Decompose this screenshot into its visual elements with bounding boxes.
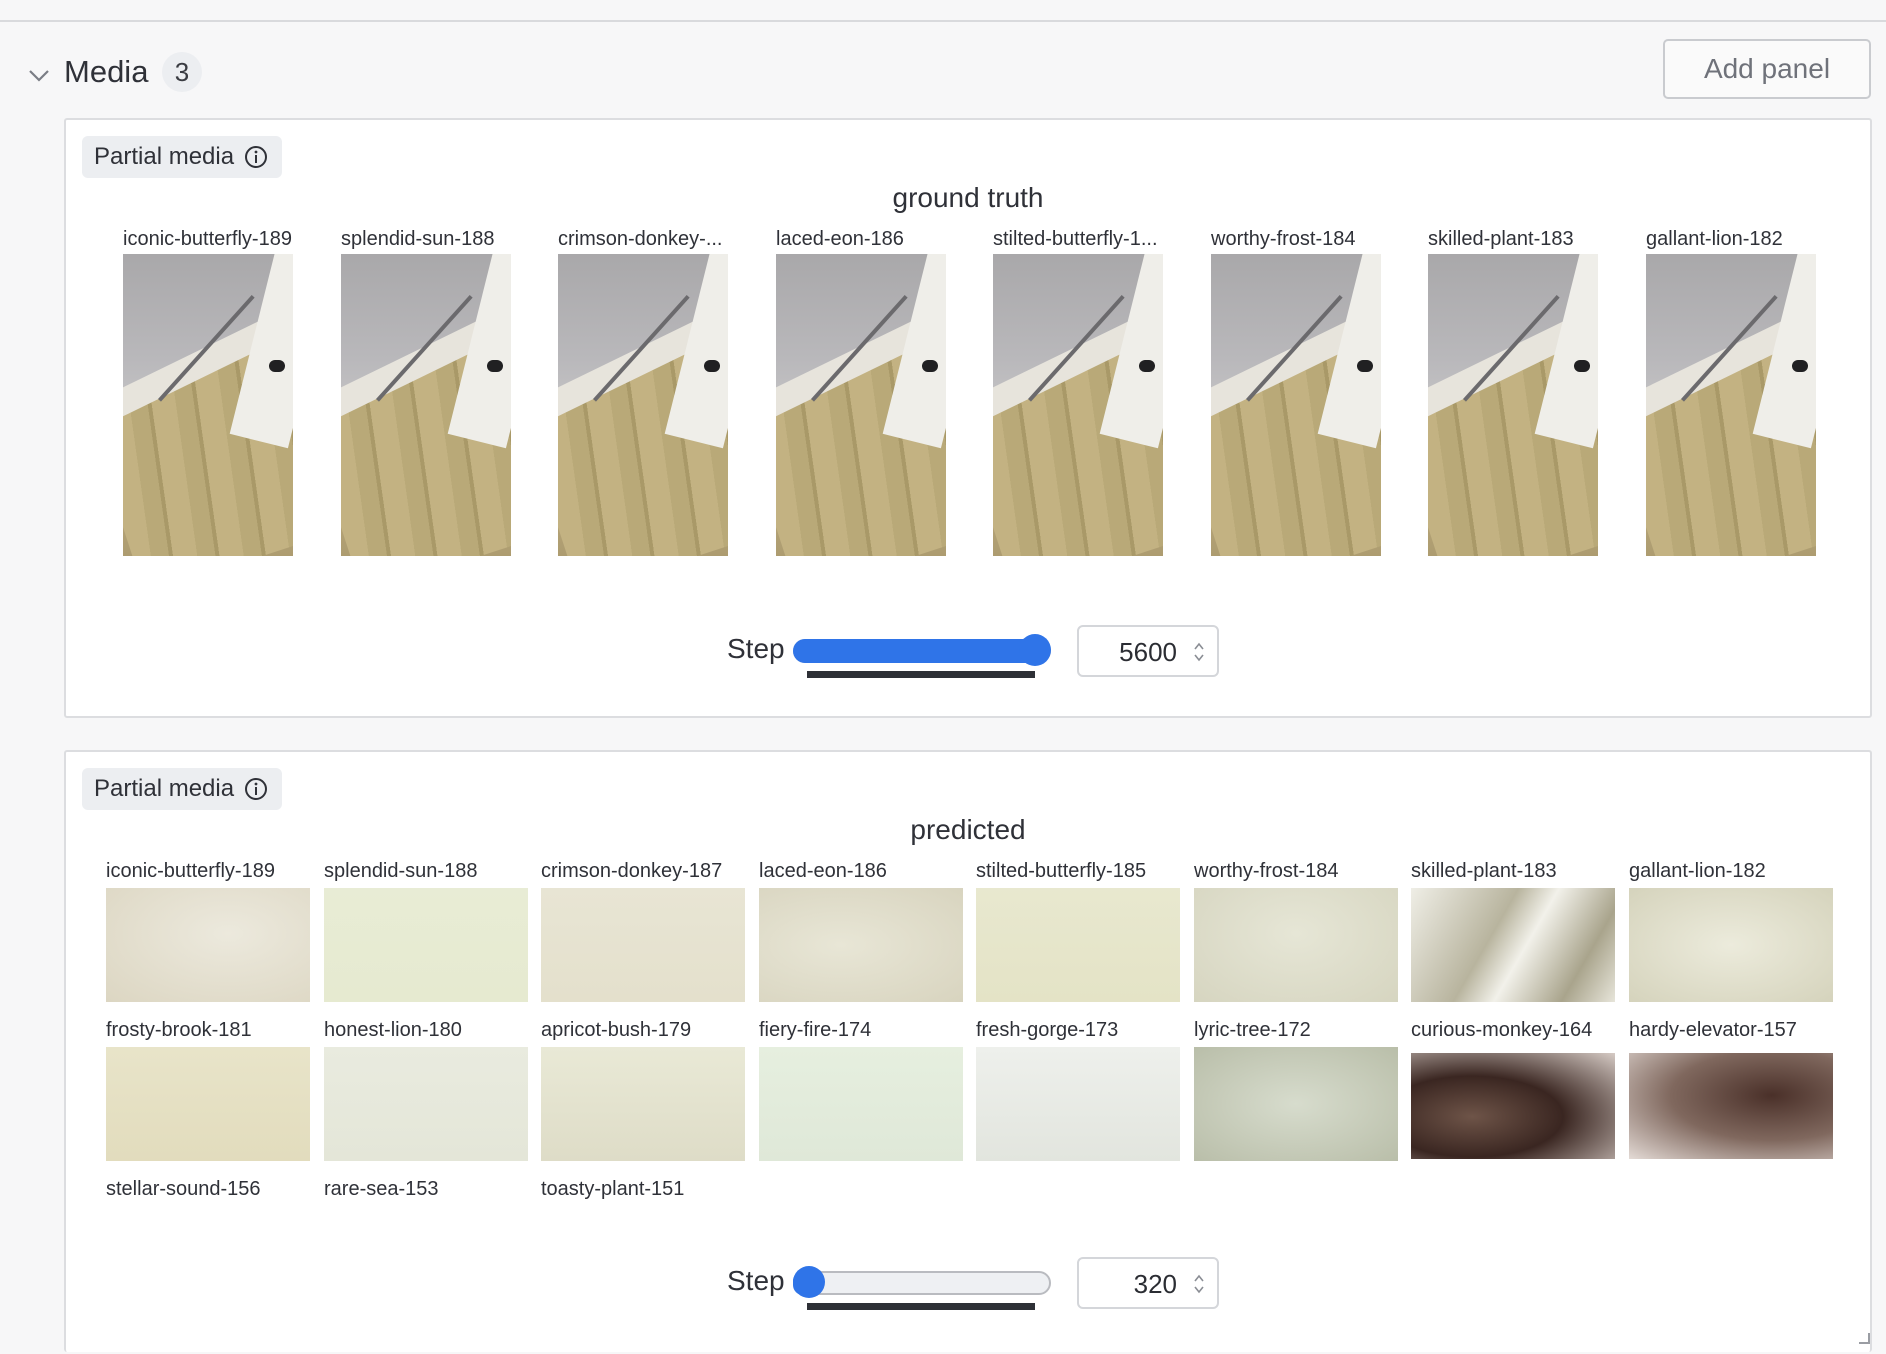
media-label: worthy-frost-184 <box>1211 228 1356 250</box>
media-label: laced-eon-186 <box>776 228 904 250</box>
media-label: worthy-frost-184 <box>1194 860 1339 882</box>
image-part-knob <box>1357 360 1373 372</box>
media-label: curious-monkey-164 <box>1411 1019 1593 1041</box>
media-image[interactable] <box>976 888 1180 1002</box>
media-image[interactable] <box>558 254 728 556</box>
media-image[interactable] <box>1428 254 1598 556</box>
spinner-icon[interactable] <box>1193 641 1205 663</box>
panel-count-badge: 3 <box>162 52 202 92</box>
media-image[interactable] <box>976 1047 1180 1161</box>
image-part-knob <box>269 360 285 372</box>
media-label: honest-lion-180 <box>324 1019 462 1041</box>
step-input[interactable]: 5600 <box>1077 625 1219 677</box>
step-slider-fill <box>793 639 1039 663</box>
image-part-knob <box>704 360 720 372</box>
media-image[interactable] <box>759 888 963 1002</box>
image-part-knob <box>1792 360 1808 372</box>
media-label: splendid-sun-188 <box>324 860 478 882</box>
image-part-knob <box>1574 360 1590 372</box>
media-label: lyric-tree-172 <box>1194 1019 1311 1041</box>
media-image[interactable] <box>993 254 1163 556</box>
media-image[interactable] <box>776 254 946 556</box>
image-part-knob <box>922 360 938 372</box>
info-icon[interactable] <box>244 145 268 169</box>
media-image[interactable] <box>1646 254 1816 556</box>
panel-type-label: Partial media <box>94 143 235 170</box>
media-panel-ground-truth: Partial media ground truth iconic-butter… <box>64 118 1872 718</box>
step-slider-range-bar <box>807 1303 1035 1310</box>
media-image[interactable] <box>341 254 511 556</box>
media-label: skilled-plant-183 <box>1428 228 1574 250</box>
media-panel-predicted: Partial media predicted iconic-butterfly… <box>64 750 1872 1352</box>
section-title: Media <box>64 54 149 89</box>
media-image[interactable] <box>1629 888 1833 1002</box>
media-label: iconic-butterfly-189 <box>123 228 292 250</box>
step-label: Step <box>727 1265 785 1296</box>
media-image[interactable] <box>1194 888 1398 1002</box>
media-label: stellar-sound-156 <box>106 1178 261 1200</box>
media-image[interactable] <box>541 888 745 1002</box>
step-slider-thumb[interactable] <box>1019 634 1051 666</box>
top-divider <box>0 20 1886 22</box>
step-value: 5600 <box>1119 637 1177 667</box>
media-image[interactable] <box>759 1047 963 1161</box>
media-label: gallant-lion-182 <box>1646 228 1783 250</box>
media-image[interactable] <box>1411 1053 1615 1159</box>
media-image[interactable] <box>1629 1053 1833 1159</box>
step-input[interactable]: 320 <box>1077 1257 1219 1309</box>
media-label: crimson-donkey-... <box>558 228 723 250</box>
media-label: hardy-elevator-157 <box>1629 1019 1797 1041</box>
media-image[interactable] <box>1411 888 1615 1002</box>
add-panel-button[interactable]: Add panel <box>1663 39 1871 99</box>
media-image[interactable] <box>324 888 528 1002</box>
media-label: iconic-butterfly-189 <box>106 860 275 882</box>
spinner-icon[interactable] <box>1193 1273 1205 1295</box>
media-label: rare-sea-153 <box>324 1178 439 1200</box>
image-part-knob <box>1139 360 1155 372</box>
media-label: stilted-butterfly-185 <box>976 860 1147 882</box>
step-control: Step 5600 <box>66 625 1870 681</box>
media-label: splendid-sun-188 <box>341 228 495 250</box>
resize-handle-icon[interactable] <box>1856 1330 1870 1344</box>
media-image[interactable] <box>541 1047 745 1161</box>
step-slider-thumb[interactable] <box>793 1266 825 1298</box>
step-label: Step <box>727 633 785 664</box>
media-image[interactable] <box>106 888 310 1002</box>
media-label: stilted-butterfly-1... <box>993 228 1158 250</box>
section-header: Media 3 <box>0 46 1886 102</box>
media-label: skilled-plant-183 <box>1411 860 1557 882</box>
media-label: apricot-bush-179 <box>541 1019 692 1041</box>
media-image[interactable] <box>1194 1047 1398 1161</box>
step-slider-track[interactable] <box>793 1271 1051 1295</box>
panel-type-chip[interactable]: Partial media <box>82 136 283 178</box>
media-image[interactable] <box>1211 254 1381 556</box>
step-value: 320 <box>1133 1269 1177 1299</box>
media-label: fiery-fire-174 <box>759 1019 872 1041</box>
panel-title: predicted <box>910 814 1026 845</box>
media-image[interactable] <box>123 254 293 556</box>
info-icon[interactable] <box>244 777 268 801</box>
image-part-knob <box>487 360 503 372</box>
media-label: laced-eon-186 <box>759 860 887 882</box>
media-label: toasty-plant-151 <box>541 1178 685 1200</box>
panel-title: ground truth <box>892 182 1044 213</box>
chevron-down-icon[interactable] <box>26 62 52 88</box>
media-label: frosty-brook-181 <box>106 1019 252 1041</box>
media-label: fresh-gorge-173 <box>976 1019 1119 1041</box>
media-image[interactable] <box>106 1047 310 1161</box>
media-image[interactable] <box>324 1047 528 1161</box>
media-label: crimson-donkey-187 <box>541 860 723 882</box>
step-slider-range-bar <box>807 671 1035 678</box>
panel-type-label: Partial media <box>94 775 235 802</box>
step-control: Step 320 <box>66 1257 1870 1313</box>
media-label: gallant-lion-182 <box>1629 860 1766 882</box>
panel-type-chip[interactable]: Partial media <box>82 768 283 810</box>
